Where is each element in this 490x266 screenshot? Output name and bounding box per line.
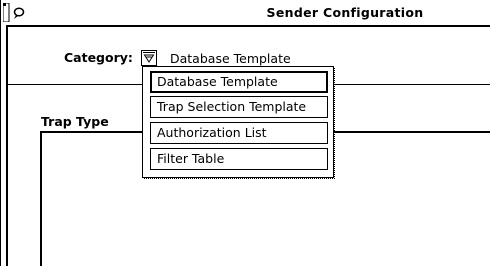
left-inner-border <box>6 25 8 266</box>
abbreviated-menu-button-icon[interactable] <box>141 50 157 66</box>
category-label: Category: <box>64 50 133 65</box>
menu-item-label: Authorization List <box>157 125 267 140</box>
category-dropdown-menu: Database Template Trap Selection Templat… <box>142 66 334 178</box>
menu-item-label: Database Template <box>157 74 278 89</box>
menu-item-label: Filter Table <box>157 151 225 166</box>
trap-type-label: Trap Type <box>41 114 109 129</box>
menu-item-label: Trap Selection Template <box>157 99 307 114</box>
window-menu-icon[interactable] <box>3 3 28 22</box>
left-outer-border <box>0 0 1 266</box>
window-title: Sender Configuration <box>266 5 424 20</box>
menu-item-trap-selection-template[interactable]: Trap Selection Template <box>150 96 328 118</box>
window-title-bar[interactable]: Sender Configuration <box>0 0 490 25</box>
sender-configuration-window: Sender Configuration Category: Database … <box>0 0 490 266</box>
trap-list-left-border <box>40 131 42 266</box>
menu-item-authorization-list[interactable]: Authorization List <box>150 122 328 144</box>
top-inner-border <box>6 25 490 27</box>
category-current-value: Database Template <box>170 51 291 66</box>
menu-item-filter-table[interactable]: Filter Table <box>150 148 328 170</box>
menu-item-database-template[interactable]: Database Template <box>150 71 328 93</box>
